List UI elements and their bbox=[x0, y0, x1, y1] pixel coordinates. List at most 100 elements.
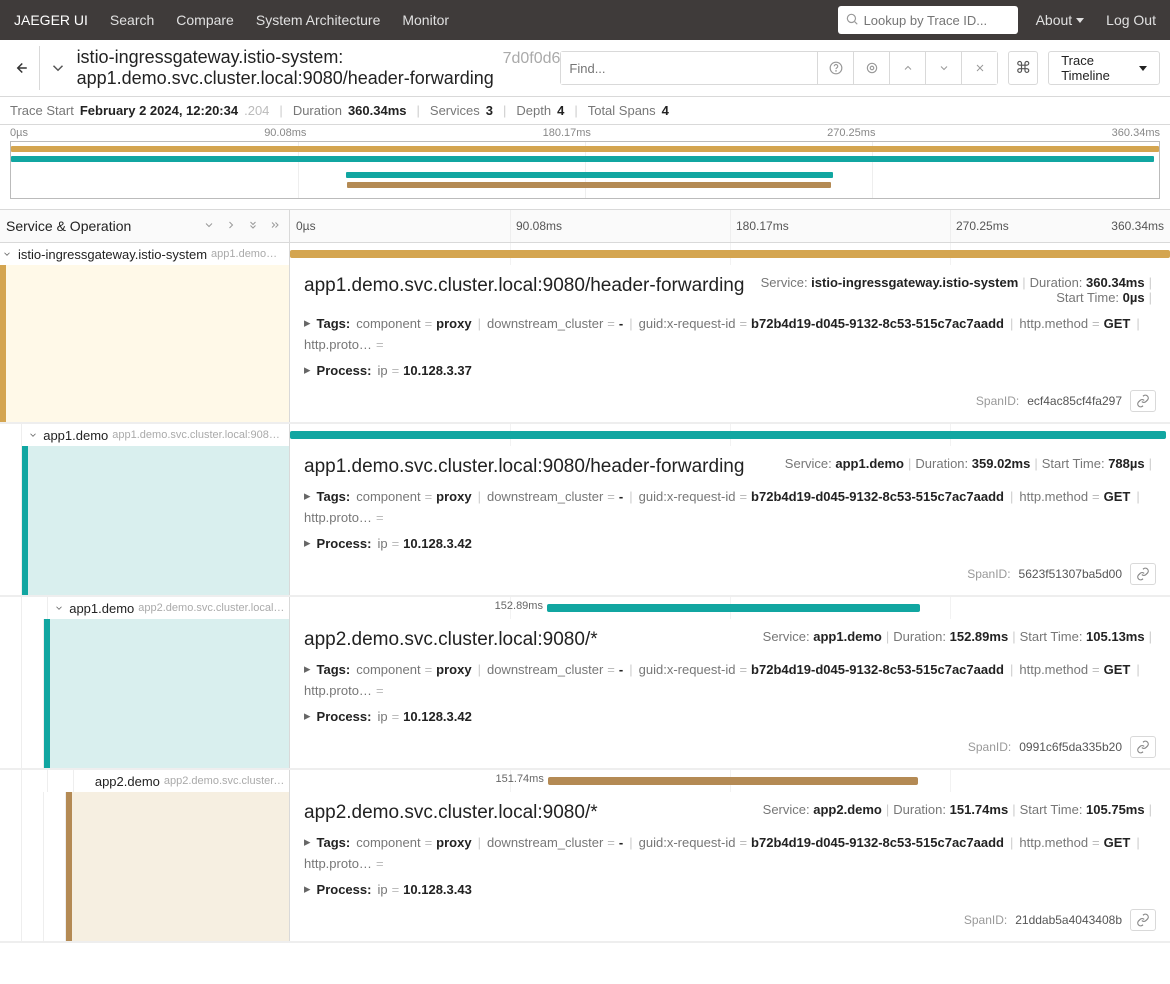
trace-meta: Trace Start February 2 2024, 12:20:34.20… bbox=[0, 97, 1170, 125]
span-service[interactable]: app1.demo bbox=[69, 601, 134, 616]
span-bar[interactable] bbox=[547, 604, 920, 612]
view-mode-dropdown[interactable]: Trace Timeline bbox=[1048, 51, 1160, 85]
tag: http.proto…= bbox=[304, 856, 388, 871]
caret-right-icon[interactable]: ▸ bbox=[304, 362, 311, 378]
detail-meta: Service: app2.demo|Duration: 151.74ms|St… bbox=[763, 802, 1156, 817]
span-bar[interactable] bbox=[290, 250, 1170, 258]
caret-right-icon[interactable]: ▸ bbox=[304, 488, 311, 504]
nav-about[interactable]: About bbox=[1036, 12, 1085, 28]
meta-depth-value: 4 bbox=[557, 103, 564, 118]
span-row: app1.demo app1.demo.svc.cluster.local:90… bbox=[0, 424, 1170, 597]
trace-id: 7d0f0d6 bbox=[503, 50, 561, 68]
tag: http.method=GET bbox=[1019, 662, 1130, 677]
deep-link-button[interactable] bbox=[1130, 390, 1156, 412]
caret-right-icon[interactable]: ▸ bbox=[304, 881, 311, 897]
span-bar[interactable] bbox=[548, 777, 918, 785]
meta-total-spans-label: Total Spans bbox=[588, 103, 656, 118]
tag: http.method=GET bbox=[1019, 489, 1130, 504]
tag: downstream_cluster=- bbox=[487, 662, 623, 677]
back-button[interactable] bbox=[0, 46, 40, 90]
nav-search[interactable]: Search bbox=[110, 12, 154, 28]
tag: component=proxy bbox=[356, 835, 471, 850]
meta-duration-label: Duration bbox=[293, 103, 342, 118]
find-input[interactable] bbox=[561, 52, 817, 84]
span-bar[interactable] bbox=[290, 431, 1166, 439]
tags-row: ▸Tags:component=proxy|downstream_cluster… bbox=[304, 488, 1156, 525]
span-id-value: ecf4ac85cf4fa297 bbox=[1027, 394, 1122, 408]
find-next-button[interactable] bbox=[925, 52, 961, 84]
tick: 0µs bbox=[10, 127, 28, 139]
deep-link-button[interactable] bbox=[1130, 563, 1156, 585]
trace-header: istio-ingressgateway.istio-system: app1.… bbox=[0, 40, 1170, 97]
span-row: istio-ingressgateway.istio-system app1.d… bbox=[0, 243, 1170, 424]
span-id-label: SpanID: bbox=[964, 913, 1007, 927]
caret-right-icon[interactable]: ▸ bbox=[304, 834, 311, 850]
trace-title: istio-ingressgateway.istio-system: app1.… bbox=[77, 47, 497, 88]
span-caret[interactable] bbox=[26, 428, 39, 443]
deep-link-button[interactable] bbox=[1130, 909, 1156, 931]
collapse-all-icon[interactable] bbox=[201, 217, 217, 236]
minimap-canvas[interactable] bbox=[10, 141, 1160, 199]
spans-list: istio-ingressgateway.istio-system app1.d… bbox=[0, 243, 1170, 943]
collapse-toggle[interactable] bbox=[40, 46, 76, 90]
span-duration-label: 152.89ms bbox=[495, 600, 543, 612]
tag: http.proto…= bbox=[304, 337, 388, 352]
expand-deep-icon[interactable] bbox=[267, 217, 283, 236]
span-row: app1.demo app2.demo.svc.cluster.local:9…… bbox=[0, 597, 1170, 770]
chevron-down-icon bbox=[1139, 66, 1147, 71]
tag: http.method=GET bbox=[1019, 835, 1130, 850]
meta-start-value: February 2 2024, 12:20:34 bbox=[80, 103, 238, 118]
locate-button[interactable] bbox=[853, 52, 889, 84]
meta-services-value: 3 bbox=[486, 103, 493, 118]
tag: component=proxy bbox=[356, 662, 471, 677]
span-operation: app2.demo.svc.cluster.local:9… bbox=[138, 602, 285, 614]
process-row: ▸Process: ip=10.128.3.42 bbox=[304, 535, 1156, 551]
service-op-header: Service & Operation bbox=[6, 218, 195, 234]
nav-monitor[interactable]: Monitor bbox=[402, 12, 449, 28]
nav-logout[interactable]: Log Out bbox=[1106, 12, 1156, 28]
caret-right-icon[interactable]: ▸ bbox=[304, 535, 311, 551]
span-row: app2.demo app2.demo.svc.cluster.lo… 151.7… bbox=[0, 770, 1170, 943]
tick: 360.34ms bbox=[1112, 127, 1160, 139]
shortcut-button[interactable]: ⌘ bbox=[1008, 51, 1038, 85]
deep-link-button[interactable] bbox=[1130, 736, 1156, 758]
find-clear-button[interactable] bbox=[961, 52, 997, 84]
meta-duration-value: 360.34ms bbox=[348, 103, 407, 118]
meta-depth-label: Depth bbox=[516, 103, 551, 118]
span-operation: app2.demo.svc.cluster.lo… bbox=[164, 775, 285, 787]
tag: component=proxy bbox=[356, 489, 471, 504]
caret-right-icon[interactable]: ▸ bbox=[304, 708, 311, 724]
trace-lookup-wrap bbox=[838, 6, 1018, 34]
trace-lookup-input[interactable] bbox=[838, 6, 1018, 34]
find-prev-button[interactable] bbox=[889, 52, 925, 84]
brand[interactable]: JAEGER UI bbox=[14, 12, 88, 28]
span-caret[interactable] bbox=[0, 247, 14, 262]
chevron-down-icon bbox=[1076, 18, 1084, 23]
tick: 270.25ms bbox=[827, 127, 875, 139]
caret-right-icon[interactable]: ▸ bbox=[304, 661, 311, 677]
span-id-label: SpanID: bbox=[968, 740, 1011, 754]
span-id-value: 5623f51307ba5d00 bbox=[1019, 567, 1122, 581]
span-service[interactable]: app2.demo bbox=[95, 774, 160, 789]
tick: 180.17ms bbox=[543, 127, 591, 139]
nav-system-architecture[interactable]: System Architecture bbox=[256, 12, 381, 28]
help-button[interactable] bbox=[817, 52, 853, 84]
tick: 90.08ms bbox=[264, 127, 306, 139]
span-id-label: SpanID: bbox=[967, 567, 1010, 581]
span-duration-label: 151.74ms bbox=[496, 773, 544, 785]
span-service[interactable]: app1.demo bbox=[43, 428, 108, 443]
minimap[interactable]: 0µs 90.08ms 180.17ms 270.25ms 360.34ms bbox=[0, 125, 1170, 209]
timeline-tick: 360.34ms bbox=[1111, 219, 1164, 233]
span-caret[interactable] bbox=[52, 601, 65, 616]
nav-compare[interactable]: Compare bbox=[176, 12, 234, 28]
detail-title: app1.demo.svc.cluster.local:9080/header-… bbox=[304, 275, 761, 297]
collapse-deep-icon[interactable] bbox=[245, 217, 261, 236]
expand-one-icon[interactable] bbox=[223, 217, 239, 236]
span-id-value: 21ddab5a4043408b bbox=[1015, 913, 1122, 927]
tag: downstream_cluster=- bbox=[487, 489, 623, 504]
detail-meta: Service: app1.demo|Duration: 152.89ms|St… bbox=[763, 629, 1156, 644]
detail-meta: Service: istio-ingressgateway.istio-syst… bbox=[761, 275, 1156, 305]
tag: component=proxy bbox=[356, 316, 471, 331]
caret-right-icon[interactable]: ▸ bbox=[304, 315, 311, 331]
span-service[interactable]: istio-ingressgateway.istio-system bbox=[18, 247, 207, 262]
